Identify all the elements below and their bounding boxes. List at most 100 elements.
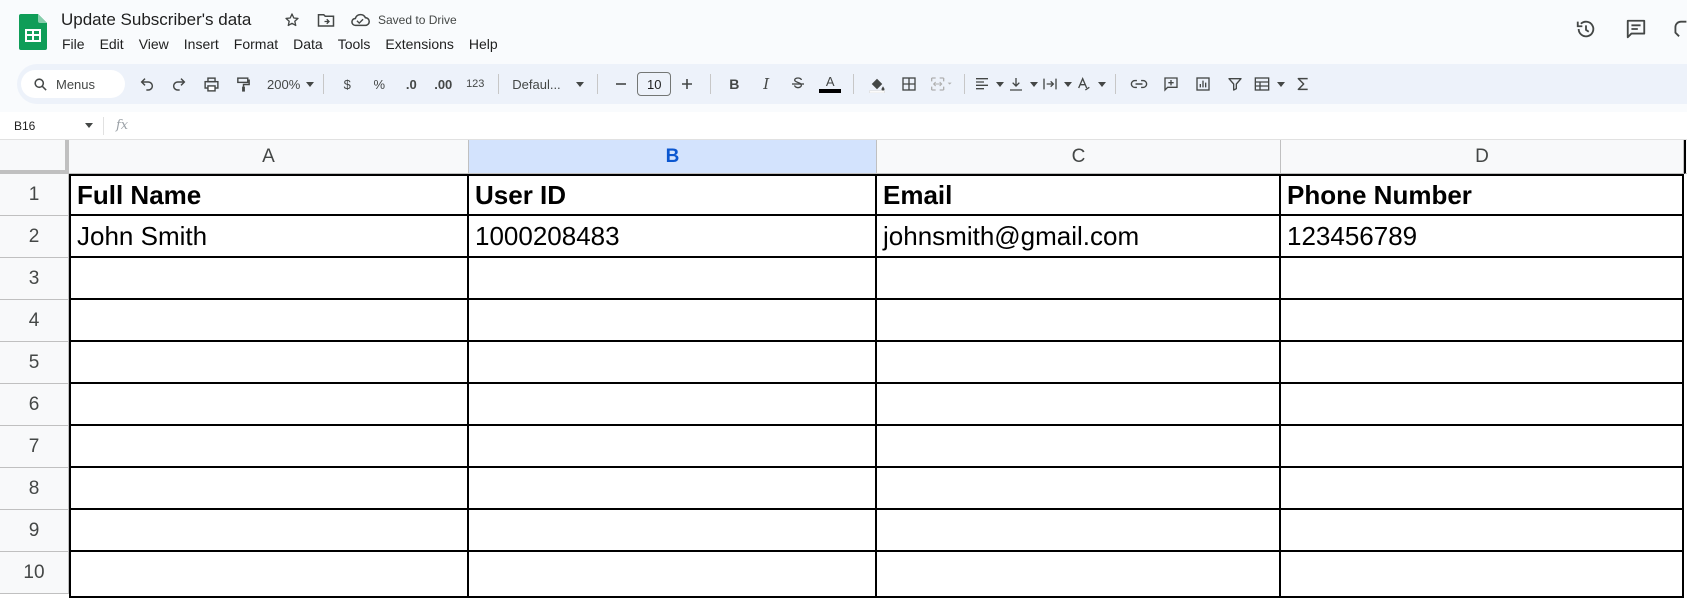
cell-c1[interactable]: Email (877, 174, 1281, 216)
cell-d6[interactable] (1281, 384, 1684, 426)
cell-a6[interactable] (69, 384, 469, 426)
cell-b6[interactable] (469, 384, 877, 426)
font-size-input[interactable]: 10 (637, 72, 672, 96)
cell-a3[interactable] (69, 258, 469, 300)
cell-a5[interactable] (69, 342, 469, 384)
column-header-a[interactable]: A (69, 140, 469, 174)
strikethrough-button[interactable] (784, 70, 812, 98)
paint-format-button[interactable] (229, 70, 257, 98)
menu-data[interactable]: Data (293, 36, 331, 52)
increase-font-size-button[interactable] (673, 70, 701, 98)
functions-button[interactable] (1289, 70, 1317, 98)
cell-c6[interactable] (877, 384, 1281, 426)
menu-insert[interactable]: Insert (184, 36, 227, 52)
search-menus[interactable]: Menus (21, 70, 125, 98)
text-wrapping-button[interactable] (1042, 70, 1073, 98)
bold-button[interactable]: B (720, 70, 748, 98)
insert-comment-button[interactable] (1157, 70, 1185, 98)
meet-icon[interactable] (1673, 16, 1687, 42)
cell-c9[interactable] (877, 510, 1281, 552)
comments-icon[interactable] (1623, 16, 1649, 42)
menu-file[interactable]: File (62, 36, 93, 52)
decrease-decimal-button[interactable]: .0 (397, 70, 425, 98)
cell-b9[interactable] (469, 510, 877, 552)
cell-c8[interactable] (877, 468, 1281, 510)
cell-b4[interactable] (469, 300, 877, 342)
row-header-9[interactable]: 9 (0, 510, 69, 552)
cell-d9[interactable] (1281, 510, 1684, 552)
row-header-2[interactable]: 2 (0, 216, 69, 258)
cell-d4[interactable] (1281, 300, 1684, 342)
cell-a1[interactable]: Full Name (69, 174, 469, 216)
row-header-6[interactable]: 6 (0, 384, 69, 426)
column-header-b[interactable]: B (469, 140, 877, 174)
cell-a9[interactable] (69, 510, 469, 552)
menu-format[interactable]: Format (234, 36, 286, 52)
redo-button[interactable] (165, 70, 193, 98)
menu-edit[interactable]: Edit (100, 36, 132, 52)
menu-help[interactable]: Help (469, 36, 506, 52)
zoom-select[interactable]: 200% (267, 70, 315, 98)
cloud-saved-icon[interactable] (350, 10, 370, 30)
cell-a7[interactable] (69, 426, 469, 468)
star-icon[interactable] (282, 10, 302, 30)
cell-d8[interactable] (1281, 468, 1684, 510)
undo-button[interactable] (133, 70, 161, 98)
decrease-font-size-button[interactable] (607, 70, 635, 98)
version-history-icon[interactable] (1573, 16, 1599, 42)
cell-c4[interactable] (877, 300, 1281, 342)
insert-link-button[interactable] (1125, 70, 1153, 98)
cell-a8[interactable] (69, 468, 469, 510)
cell-b5[interactable] (469, 342, 877, 384)
cell-d10[interactable] (1281, 552, 1684, 598)
text-color-button[interactable]: A (816, 70, 844, 98)
increase-decimal-button[interactable]: .00 (429, 70, 457, 98)
cell-c3[interactable] (877, 258, 1281, 300)
merge-cells-button[interactable] (927, 70, 955, 98)
cell-c7[interactable] (877, 426, 1281, 468)
row-header-10[interactable]: 10 (0, 552, 69, 594)
document-title[interactable]: Update Subscriber's data (61, 10, 251, 30)
italic-button[interactable]: I (752, 70, 780, 98)
font-family-select[interactable]: Defaul... (508, 70, 588, 98)
formula-input[interactable] (128, 112, 1687, 139)
cell-c2[interactable]: johnsmith@gmail.com (877, 216, 1281, 258)
cell-c10[interactable] (877, 552, 1281, 598)
column-header-c[interactable]: C (877, 140, 1281, 174)
sheets-logo-icon[interactable] (19, 14, 47, 50)
horizontal-align-button[interactable] (974, 70, 1005, 98)
cell-b1[interactable]: User ID (469, 174, 877, 216)
cell-d3[interactable] (1281, 258, 1684, 300)
row-header-1[interactable]: 1 (0, 174, 69, 216)
menu-tools[interactable]: Tools (338, 36, 379, 52)
cell-b3[interactable] (469, 258, 877, 300)
cell-b7[interactable] (469, 426, 877, 468)
move-folder-icon[interactable] (316, 10, 336, 30)
cell-d7[interactable] (1281, 426, 1684, 468)
row-header-3[interactable]: 3 (0, 258, 69, 300)
vertical-align-button[interactable] (1008, 70, 1039, 98)
filter-views-button[interactable] (1253, 70, 1286, 98)
row-header-7[interactable]: 7 (0, 426, 69, 468)
currency-format-button[interactable]: $ (333, 70, 361, 98)
print-button[interactable] (197, 70, 225, 98)
percent-format-button[interactable]: % (365, 70, 393, 98)
menu-view[interactable]: View (139, 36, 177, 52)
cell-a10[interactable] (69, 552, 469, 598)
menu-extensions[interactable]: Extensions (385, 36, 461, 52)
cell-b8[interactable] (469, 468, 877, 510)
row-header-5[interactable]: 5 (0, 342, 69, 384)
create-filter-button[interactable] (1221, 70, 1249, 98)
insert-chart-button[interactable] (1189, 70, 1217, 98)
row-header-4[interactable]: 4 (0, 300, 69, 342)
cell-d1[interactable]: Phone Number (1281, 174, 1684, 216)
more-formats-button[interactable]: 123 (461, 70, 489, 98)
cell-b2[interactable]: 1000208483 (469, 216, 877, 258)
row-header-8[interactable]: 8 (0, 468, 69, 510)
cell-c5[interactable] (877, 342, 1281, 384)
column-header-d[interactable]: D (1281, 140, 1684, 174)
fill-color-button[interactable] (863, 70, 891, 98)
cell-d2[interactable]: 123456789 (1281, 216, 1684, 258)
select-all-corner[interactable] (0, 140, 69, 174)
cell-b10[interactable] (469, 552, 877, 598)
